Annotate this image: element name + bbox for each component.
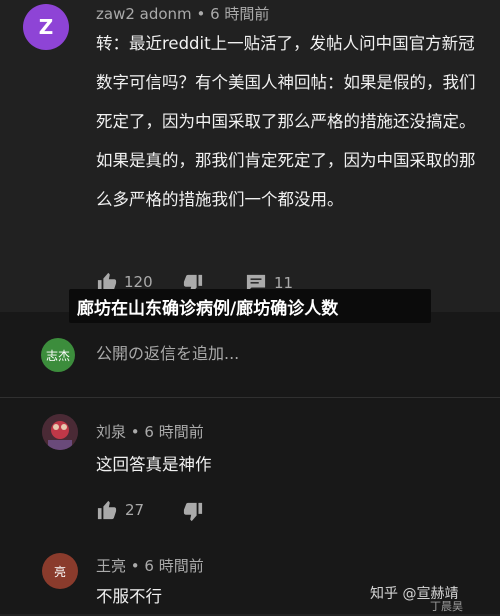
comment-meta: zaw2 adonm • 6 時間前	[96, 3, 269, 24]
reply-like-button[interactable]: 27	[96, 500, 144, 520]
avatar-image-icon	[42, 414, 78, 450]
reply-time[interactable]: 6 時間前	[144, 423, 203, 441]
comment-author[interactable]: zaw2 adonm	[96, 5, 192, 23]
reply-avatar[interactable]	[42, 414, 78, 450]
reply-time[interactable]: 6 時間前	[144, 557, 203, 575]
current-user-avatar-text: 志杰	[45, 348, 70, 363]
reply-input[interactable]: 公開の返信を追加...	[96, 340, 239, 364]
divider	[0, 397, 500, 398]
current-user-avatar: 志杰	[41, 338, 75, 372]
comment-time[interactable]: 6 時間前	[210, 5, 269, 23]
watermark-secondary: 丁晨昊	[430, 600, 463, 613]
avatar-letter: Z	[38, 15, 54, 39]
meta-separator: •	[130, 423, 145, 441]
reply-dislike-button[interactable]	[182, 502, 204, 522]
reply-avatar-text: 亮	[53, 564, 66, 579]
reply-body: 这回答真是神作	[96, 455, 212, 474]
author-avatar[interactable]: Z	[23, 4, 69, 50]
thumb-down-icon	[183, 502, 203, 522]
meta-separator: •	[130, 557, 145, 575]
reply-author[interactable]: 刘泉	[96, 423, 126, 441]
article-title-banner: 廊坊在山东确诊病例/廊坊确诊人数	[69, 289, 431, 323]
reply-meta: 王亮 • 6 時間前	[96, 555, 204, 576]
article-title: 廊坊在山东确诊病例/廊坊确诊人数	[77, 298, 339, 319]
comment-body: 转：最近reddit上一贴活了，发帖人问中国官方新冠数字可信吗？有个美国人神回帖…	[96, 34, 476, 209]
thumb-up-icon	[97, 500, 117, 520]
reply-meta: 刘泉 • 6 時間前	[96, 421, 204, 442]
meta-separator: •	[196, 5, 211, 23]
reply-avatar[interactable]: 亮	[42, 553, 78, 589]
reply-author[interactable]: 王亮	[96, 557, 126, 575]
reply-like-count: 27	[125, 501, 145, 519]
